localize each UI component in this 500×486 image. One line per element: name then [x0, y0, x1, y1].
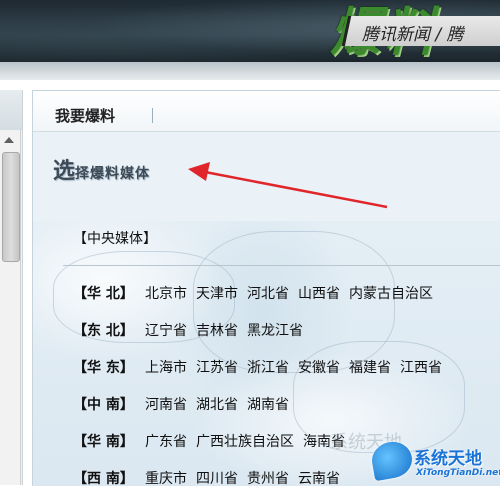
province-link[interactable]: 重庆市	[145, 468, 187, 486]
province-link[interactable]: 浙江省	[247, 357, 289, 377]
province-link[interactable]: 上海市	[145, 357, 187, 377]
province-link[interactable]: 河南省	[145, 394, 187, 414]
central-media-link[interactable]: 【中央媒体】	[73, 228, 157, 248]
baoliao-panel: 我要爆料 选择爆料媒体 【中央媒体】 【华 北】 北京市 天津市 河北省 山西省 内蒙古自…	[32, 90, 500, 486]
province-link[interactable]: 云南省	[298, 468, 340, 486]
region-label: 【华 东】	[73, 360, 134, 376]
region-row: 【华 东】 上海市 江苏省 浙江省 安徽省 福建省 江西省	[73, 357, 451, 377]
province-link[interactable]: 广西壮族自治区	[196, 431, 294, 451]
region-label: 【华 南】	[73, 434, 134, 450]
province-link[interactable]: 山西省	[298, 283, 340, 303]
province-link[interactable]: 吉林省	[196, 320, 238, 340]
region-label: 【西 南】	[73, 471, 134, 486]
region-row: 【华 南】 广东省 广西壮族自治区 海南省	[73, 431, 354, 451]
banner-shadow	[0, 62, 500, 80]
province-link[interactable]: 湖南省	[247, 394, 289, 414]
header-banner: 爆料 腾讯新闻 / 腾	[0, 0, 500, 62]
watermark-logo-icon	[369, 438, 415, 482]
region-row: 【西 南】 重庆市 四川省 贵州省 云南省	[73, 468, 349, 486]
province-link[interactable]: 贵州省	[247, 468, 289, 486]
province-link[interactable]: 江苏省	[196, 357, 238, 377]
tab-separator	[152, 108, 153, 123]
province-link[interactable]: 安徽省	[298, 357, 340, 377]
province-link[interactable]: 江西省	[400, 357, 442, 377]
watermark-url: XiTongTianDi.net	[416, 468, 500, 478]
region-label: 【华 北】	[73, 286, 134, 302]
province-link[interactable]: 北京市	[145, 283, 187, 303]
region-label: 【中 南】	[73, 397, 134, 413]
province-link[interactable]: 广东省	[145, 431, 187, 451]
region-row: 【中 南】 河南省 湖北省 湖南省	[73, 394, 298, 414]
section-heading: 选择爆料媒体	[53, 153, 150, 185]
province-link[interactable]: 四川省	[196, 468, 238, 486]
banner-subtitle: 腾讯新闻 / 腾	[362, 25, 464, 45]
province-link[interactable]: 辽宁省	[145, 320, 187, 340]
section-heading-first-char: 选	[53, 158, 76, 184]
region-label: 【东 北】	[73, 323, 134, 339]
region-row: 【东 北】 辽宁省 吉林省 黑龙江省	[73, 320, 312, 340]
scrollbar-thumb[interactable]	[2, 152, 20, 262]
section-heading-rest: 择爆料媒体	[75, 166, 151, 182]
province-link[interactable]: 河北省	[247, 283, 289, 303]
province-link[interactable]: 天津市	[196, 283, 238, 303]
province-link[interactable]: 福建省	[349, 357, 391, 377]
region-row: 【华 北】 北京市 天津市 河北省 山西省 内蒙古自治区	[73, 283, 442, 303]
province-link[interactable]: 内蒙古自治区	[349, 283, 433, 303]
divider	[63, 265, 500, 266]
tab-baoliao[interactable]: 我要爆料	[55, 105, 115, 126]
left-panel-header	[0, 90, 22, 130]
scroll-up-arrow-icon[interactable]	[4, 137, 14, 143]
tab-bar: 我要爆料	[33, 91, 500, 132]
site-watermark: 系统天地 XiTongTianDi.net	[369, 438, 500, 485]
province-link[interactable]: 湖北省	[196, 394, 238, 414]
province-link[interactable]: 黑龙江省	[247, 320, 303, 340]
watermark-title: 系统天地	[414, 449, 482, 469]
